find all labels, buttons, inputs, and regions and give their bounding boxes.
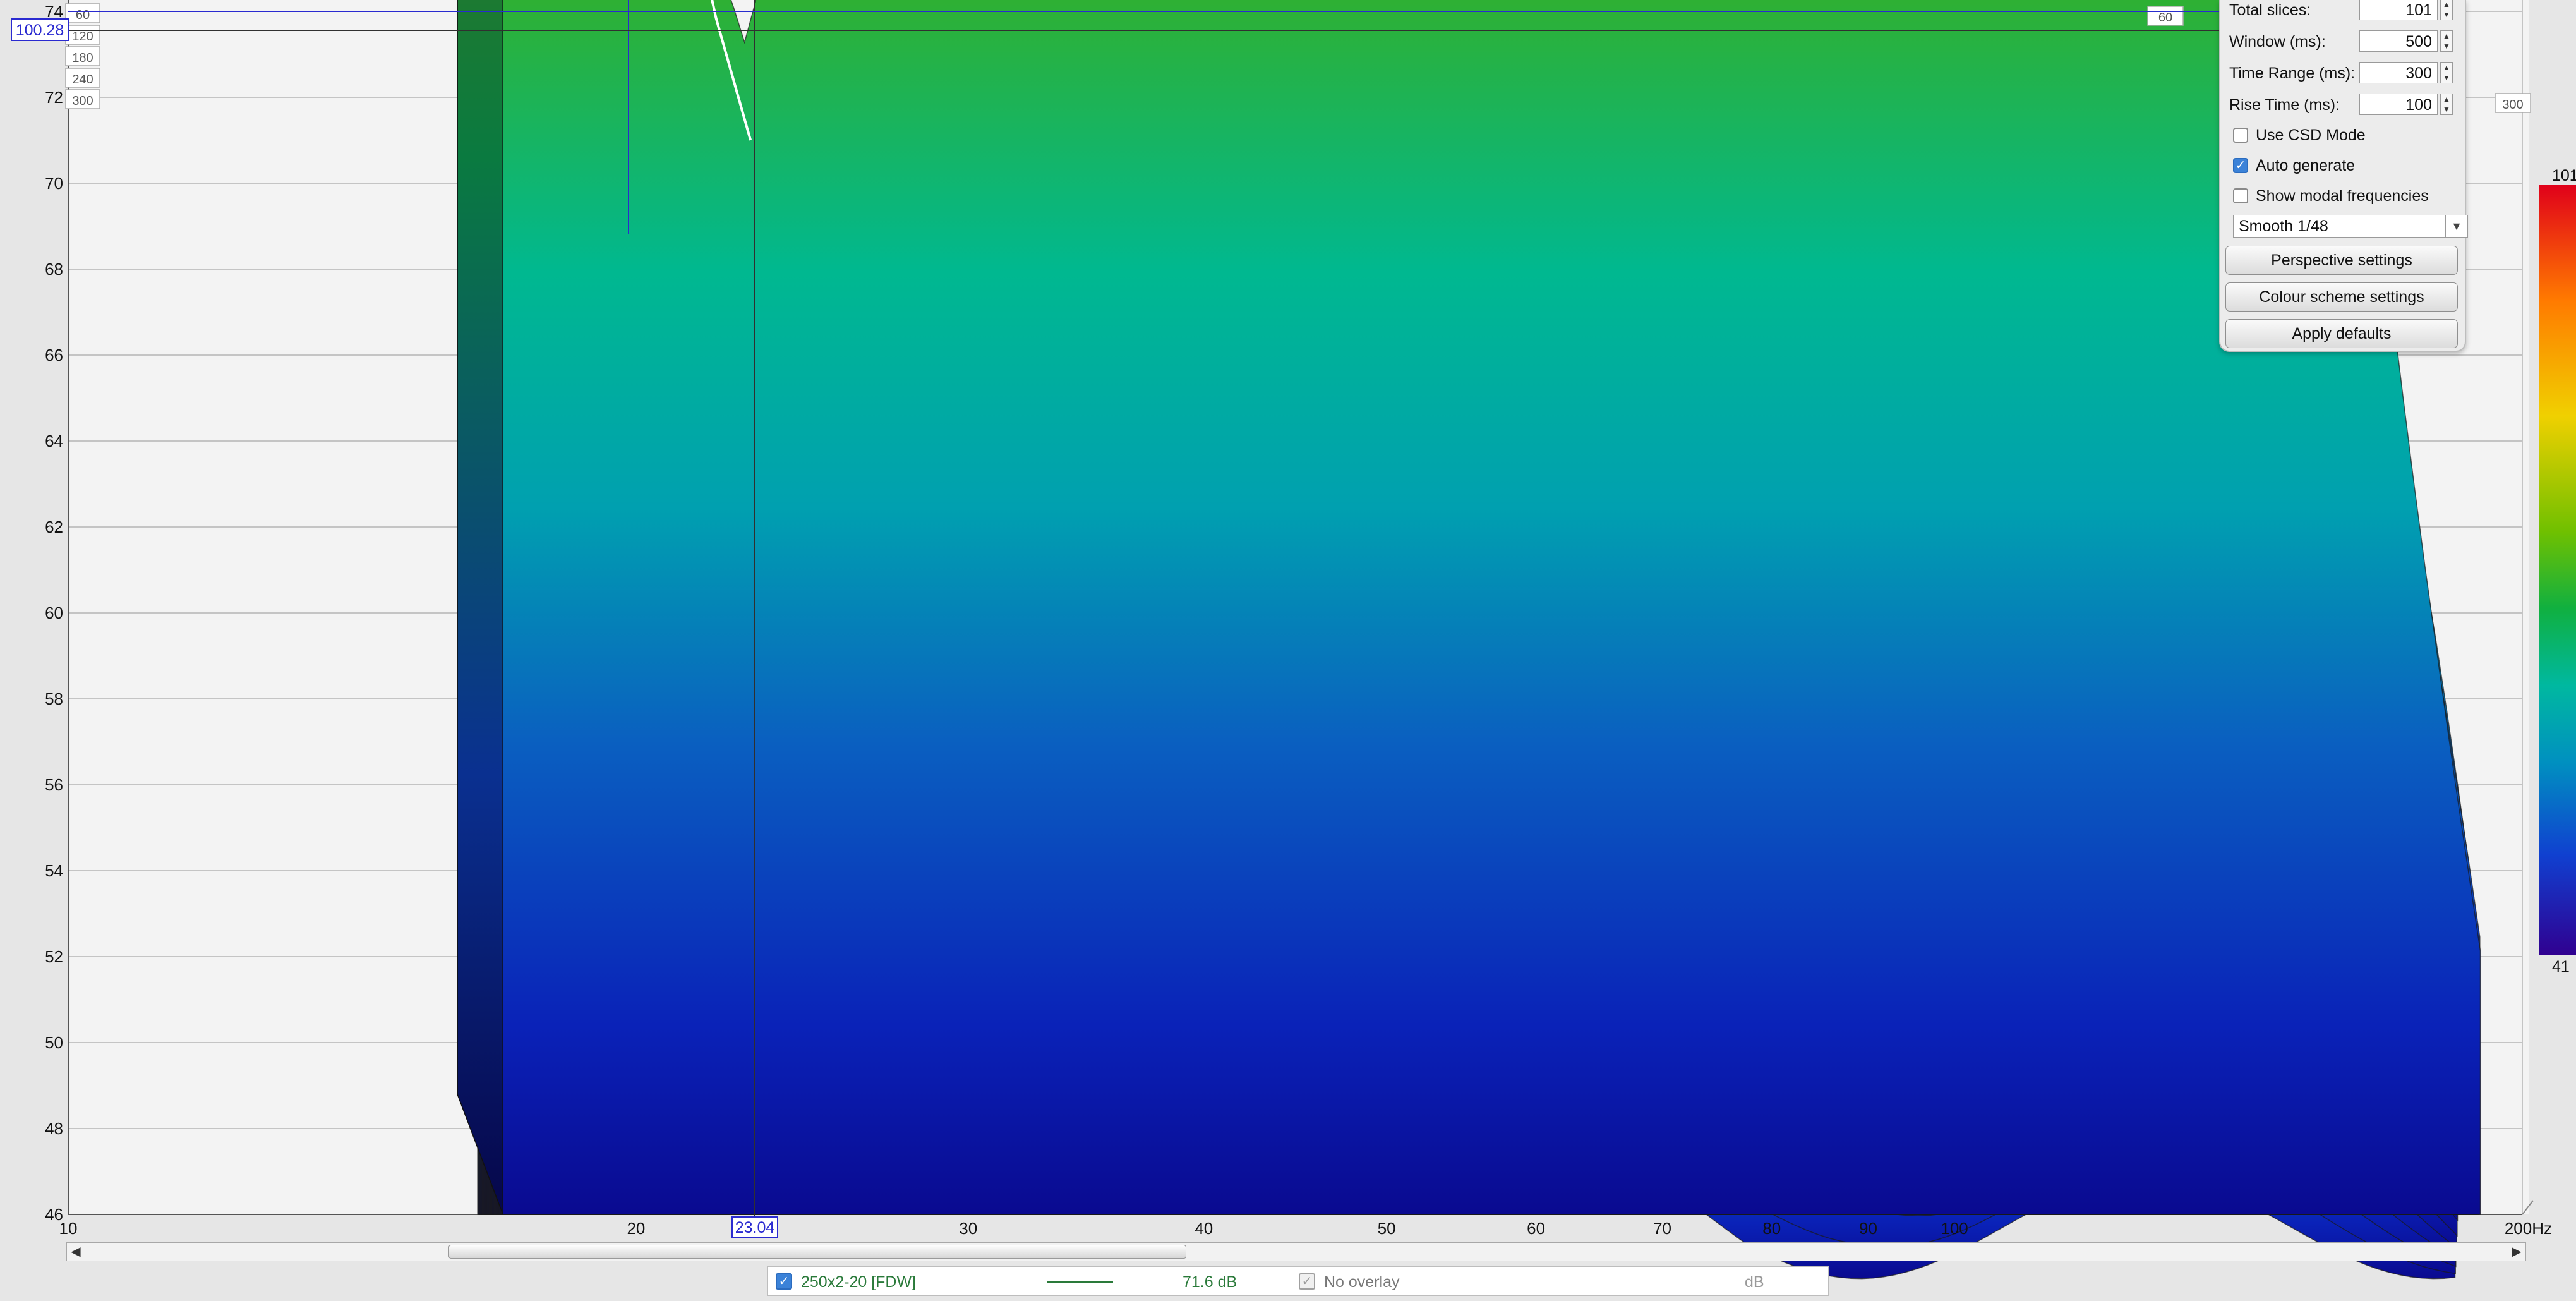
colour-scale-max: 101 xyxy=(2552,167,2576,185)
x-tick-label: 20 xyxy=(627,1219,645,1238)
smoothing-value: Smooth 1/48 xyxy=(2239,217,2328,235)
y-tick-label: 54 xyxy=(45,861,63,880)
waterfall-slice xyxy=(502,0,2481,1215)
rise-time-field[interactable]: 100 xyxy=(2359,94,2438,115)
y-tick-label: 66 xyxy=(45,346,63,365)
x-tick-label: 100 xyxy=(1941,1219,1968,1238)
apply-defaults-button[interactable]: Apply defaults xyxy=(2225,319,2458,348)
rise-time-row: Rise Time (ms): 100 ▲ ▼ xyxy=(2229,91,2460,119)
x-tick-label: 60 xyxy=(1527,1219,1545,1238)
overlay-unit: dB xyxy=(1745,1273,1764,1291)
window-row: Window (ms): 500 ▲ ▼ xyxy=(2229,28,2460,56)
colour-scale-min: 41 xyxy=(2552,958,2570,976)
depth-label: 240 xyxy=(72,73,93,87)
overlay-checkbox[interactable]: ✓ xyxy=(1299,1273,1315,1290)
window-field[interactable]: 500 xyxy=(2359,30,2438,52)
waterfall-surface xyxy=(457,0,2481,1280)
y-tick-label: 70 xyxy=(45,174,63,193)
depth-label-right: 60 xyxy=(2158,11,2172,25)
smoothing-select[interactable]: Smooth 1/48 ▼ xyxy=(2233,215,2468,238)
depth-label: 60 xyxy=(76,8,90,22)
x-tick-label: 90 xyxy=(1859,1219,1877,1238)
depth-label: 180 xyxy=(72,51,93,65)
y-tick-label: 62 xyxy=(45,517,63,536)
total-slices-row: Total slices: 101 ▲ ▼ xyxy=(2229,0,2460,24)
x-tick-label: 40 xyxy=(1195,1219,1213,1238)
depth-label-right: 300 xyxy=(2502,98,2523,112)
x-cursor-readout: 23.04 xyxy=(735,1219,775,1237)
scrollbar-thumb[interactable] xyxy=(448,1245,1186,1259)
time-range-field[interactable]: 300 xyxy=(2359,62,2438,83)
y-tick-label: 72 xyxy=(45,88,63,107)
y-axis-ticks: 9896949290888684828078767472706866646260… xyxy=(45,2,63,1224)
x-tick-label: 70 xyxy=(1653,1219,1671,1238)
time-range-spinner[interactable]: ▲ ▼ xyxy=(2440,62,2453,83)
total-slices-field[interactable]: 101 xyxy=(2359,0,2438,20)
x-tick-label: 50 xyxy=(1378,1219,1396,1238)
scroll-right-icon[interactable]: ▶ xyxy=(2508,1243,2525,1261)
x-tick-label: 200Hz xyxy=(2505,1219,2552,1238)
y-tick-label: 56 xyxy=(45,775,63,794)
y-tick-label: 68 xyxy=(45,260,63,279)
y-tick-label: 50 xyxy=(45,1033,63,1052)
auto-generate-checkbox[interactable]: ✓ xyxy=(2233,158,2248,173)
y-tick-label: 52 xyxy=(45,947,63,966)
show-modal-row[interactable]: Show modal frequencies xyxy=(2229,182,2460,210)
y-tick-label: 60 xyxy=(45,603,63,622)
waterfall-window: 9896949290888684828078767472706866646260… xyxy=(0,0,2576,1298)
colour-scheme-settings-button[interactable]: Colour scheme settings xyxy=(2225,282,2458,312)
use-csd-checkbox[interactable] xyxy=(2233,128,2248,143)
use-csd-label: Use CSD Mode xyxy=(2256,126,2366,144)
time-range-row: Time Range (ms): 300 ▲ ▼ xyxy=(2229,59,2460,87)
surface-side-wall xyxy=(457,0,503,1215)
x-tick-label: 80 xyxy=(1762,1219,1781,1238)
x-tick-label: 30 xyxy=(959,1219,977,1238)
rise-time-spinner[interactable]: ▲ ▼ xyxy=(2440,94,2453,115)
auto-generate-label: Auto generate xyxy=(2256,157,2356,174)
rise-time-label: Rise Time (ms): xyxy=(2229,96,2340,114)
y-tick-label: 58 xyxy=(45,689,63,708)
perspective-settings-button[interactable]: Perspective settings xyxy=(2225,246,2458,275)
auto-generate-row[interactable]: ✓ Auto generate xyxy=(2229,152,2460,179)
chevron-down-icon[interactable]: ▼ xyxy=(2445,215,2467,237)
window-label: Window (ms): xyxy=(2229,33,2326,51)
horizontal-scrollbar[interactable]: ◀ ▶ xyxy=(66,1242,2526,1261)
waterfall-plot: 9896949290888684828078767472706866646260… xyxy=(0,0,2576,1298)
measurement-name: 250x2-20 [FDW] xyxy=(801,1273,917,1291)
time-range-label: Time Range (ms): xyxy=(2229,64,2356,82)
y-tick-label: 64 xyxy=(45,432,63,451)
overlay-label: No overlay xyxy=(1324,1273,1400,1291)
measurement-legend: ✓ 250x2-20 [FDW] 71.6 dB ✓ No overlay dB xyxy=(767,1266,1829,1296)
colour-scale-bar xyxy=(2539,185,2576,955)
show-modal-label: Show modal frequencies xyxy=(2256,187,2429,205)
waterfall-controls-panel: Total slices: 101 ▲ ▼ Window (ms): 500 ▲ ▼… xyxy=(2219,0,2468,352)
measurement-checkbox[interactable]: ✓ xyxy=(776,1273,792,1290)
show-modal-checkbox[interactable] xyxy=(2233,188,2248,203)
y-tick-label: 48 xyxy=(45,1119,63,1138)
use-csd-row[interactable]: Use CSD Mode xyxy=(2229,121,2460,149)
depth-label: 300 xyxy=(72,94,93,108)
y-tick-label: 74 xyxy=(45,2,63,21)
smoothing-row: Smooth 1/48 ▼ xyxy=(2229,212,2468,240)
measurement-line-swatch xyxy=(1047,1281,1113,1283)
total-slices-label: Total slices: xyxy=(2229,1,2311,19)
level-readout: 100.28 xyxy=(16,21,64,39)
scroll-left-icon[interactable]: ◀ xyxy=(67,1243,85,1261)
depth-label: 120 xyxy=(72,30,93,44)
window-spinner[interactable]: ▲ ▼ xyxy=(2440,30,2453,52)
x-tick-label: 10 xyxy=(59,1219,78,1238)
measurement-value: 71.6 dB xyxy=(1183,1273,1237,1291)
total-slices-spinner[interactable]: ▲ ▼ xyxy=(2440,0,2453,20)
